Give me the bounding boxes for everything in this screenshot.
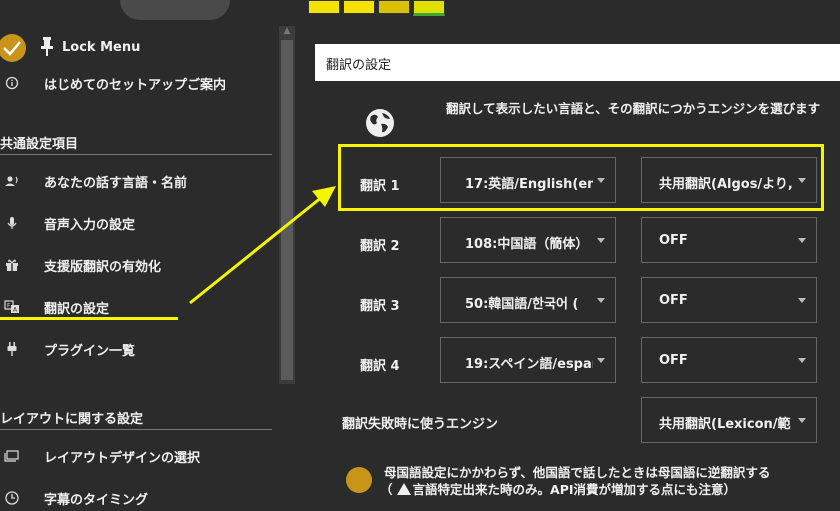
section-heading-layout: レイアウトに関する設定 bbox=[0, 412, 144, 427]
sidebar-item-label: レイアウトデザインの選択 bbox=[44, 451, 201, 466]
chevron-down-icon bbox=[798, 238, 806, 243]
sidebar-item-subtitle-timing[interactable]: 字幕のタイミング bbox=[0, 485, 270, 511]
gift-icon bbox=[6, 259, 18, 271]
chevron-down-icon bbox=[798, 298, 806, 303]
sidebar-item-voice-input[interactable]: 音声入力の設定 bbox=[0, 210, 270, 236]
clock-icon bbox=[5, 491, 19, 505]
sidebar-item-label: 支援版翻訳の有効化 bbox=[44, 260, 162, 275]
select-value: 19:スペイン語/españ bbox=[465, 357, 593, 372]
sidebar-item-label: 翻訳の設定 bbox=[44, 302, 110, 317]
sidebar-item-plugins[interactable]: プラグイン一覧 bbox=[0, 336, 270, 362]
sidebar-item-label: プラグイン一覧 bbox=[44, 344, 136, 359]
panel-title: 翻訳の設定 bbox=[326, 58, 392, 73]
info-icon bbox=[5, 76, 19, 90]
select-value: OFF bbox=[659, 233, 688, 248]
lock-menu-label: Lock Menu bbox=[62, 40, 141, 55]
sidebar-item-label: はじめてのセットアップご案内 bbox=[44, 78, 227, 93]
fallback-engine-label: 翻訳失敗時に使うエンジン bbox=[342, 417, 499, 432]
pin-icon bbox=[41, 37, 53, 56]
plug-icon bbox=[7, 342, 17, 356]
chevron-down-icon bbox=[798, 358, 806, 363]
panel-description: 翻訳して表示したい言語と、その翻訳につかうエンジンを選びます bbox=[446, 101, 821, 116]
speaker-person-icon bbox=[5, 176, 18, 186]
sidebar-item-layout-design[interactable]: レイアウトデザインの選択 bbox=[0, 443, 270, 469]
back-translate-note: （ 言語特定出来た時のみ。API消費が増加する点にも注意） bbox=[380, 479, 736, 498]
translation-2-language-select[interactable]: 108:中国語（簡体） bbox=[440, 217, 616, 263]
microphone-icon bbox=[7, 217, 17, 229]
toolbar-tool-1[interactable] bbox=[308, 0, 340, 14]
lock-menu-toggle[interactable]: Lock Menu bbox=[0, 34, 270, 62]
panel-header: 翻訳の設定 bbox=[315, 44, 840, 81]
toolbar-tool-3[interactable] bbox=[378, 0, 410, 14]
globe-icon bbox=[366, 109, 394, 137]
sidebar-item-label: 字幕のタイミング bbox=[44, 493, 149, 508]
chevron-down-icon bbox=[597, 238, 605, 243]
scrollbar-thumb[interactable] bbox=[281, 40, 293, 380]
chevron-down-icon bbox=[597, 358, 605, 363]
section-divider bbox=[0, 429, 272, 430]
toolbar-tool-4[interactable] bbox=[413, 0, 445, 16]
section-divider bbox=[0, 154, 272, 155]
sidebar-item-label: 音声入力の設定 bbox=[44, 218, 136, 233]
translate-icon: FA bbox=[4, 300, 19, 314]
section-heading-common: 共通設定項目 bbox=[0, 137, 79, 152]
chevron-down-icon bbox=[597, 298, 605, 303]
chevron-down-icon bbox=[798, 418, 806, 423]
sidebar-item-label: あなたの話す言語・名前 bbox=[44, 176, 188, 191]
select-value: 50:韓国語/한국어 ( bbox=[465, 297, 579, 312]
select-value: 共用翻訳(Lexicon/範 bbox=[659, 417, 791, 432]
sidebar-item-language-name[interactable]: あなたの話す言語・名前 bbox=[0, 168, 270, 194]
scroll-up-icon[interactable]: ▲ bbox=[279, 26, 295, 40]
fallback-engine-select[interactable]: 共用翻訳(Lexicon/範 bbox=[641, 397, 817, 443]
back-translate-radio[interactable] bbox=[346, 467, 372, 493]
note-open-paren: （ bbox=[380, 482, 393, 497]
note-text: 言語特定出来た時のみ。API消費が増加する点にも注意） bbox=[412, 482, 737, 497]
translation-row-4-label: 翻訳 4 bbox=[360, 359, 400, 374]
highlight-underline bbox=[0, 317, 178, 320]
sidebar-item-setup-guide[interactable]: はじめてのセットアップご案内 bbox=[0, 70, 270, 96]
svg-text:F: F bbox=[7, 303, 11, 310]
select-value: OFF bbox=[659, 293, 688, 308]
toolbar-tool-2[interactable] bbox=[343, 0, 375, 14]
select-value: 108:中国語（簡体） bbox=[465, 237, 589, 252]
check-icon bbox=[0, 34, 26, 62]
select-value: OFF bbox=[659, 353, 688, 368]
translation-row-3-label: 翻訳 3 bbox=[360, 299, 400, 314]
translation-row-2-label: 翻訳 2 bbox=[360, 239, 400, 254]
translation-4-engine-select[interactable]: OFF bbox=[641, 337, 817, 383]
decorative-shape bbox=[120, 0, 230, 20]
translation-3-language-select[interactable]: 50:韓国語/한국어 ( bbox=[440, 277, 616, 323]
translation-3-engine-select[interactable]: OFF bbox=[641, 277, 817, 323]
warning-icon bbox=[396, 483, 411, 495]
translation-4-language-select[interactable]: 19:スペイン語/españ bbox=[440, 337, 616, 383]
translation-2-engine-select[interactable]: OFF bbox=[641, 217, 817, 263]
highlight-box bbox=[338, 144, 824, 211]
sidebar-item-support-translation[interactable]: 支援版翻訳の有効化 bbox=[0, 252, 270, 278]
layout-icon bbox=[4, 450, 19, 462]
sidebar-scrollbar[interactable]: ▲ bbox=[279, 26, 295, 384]
